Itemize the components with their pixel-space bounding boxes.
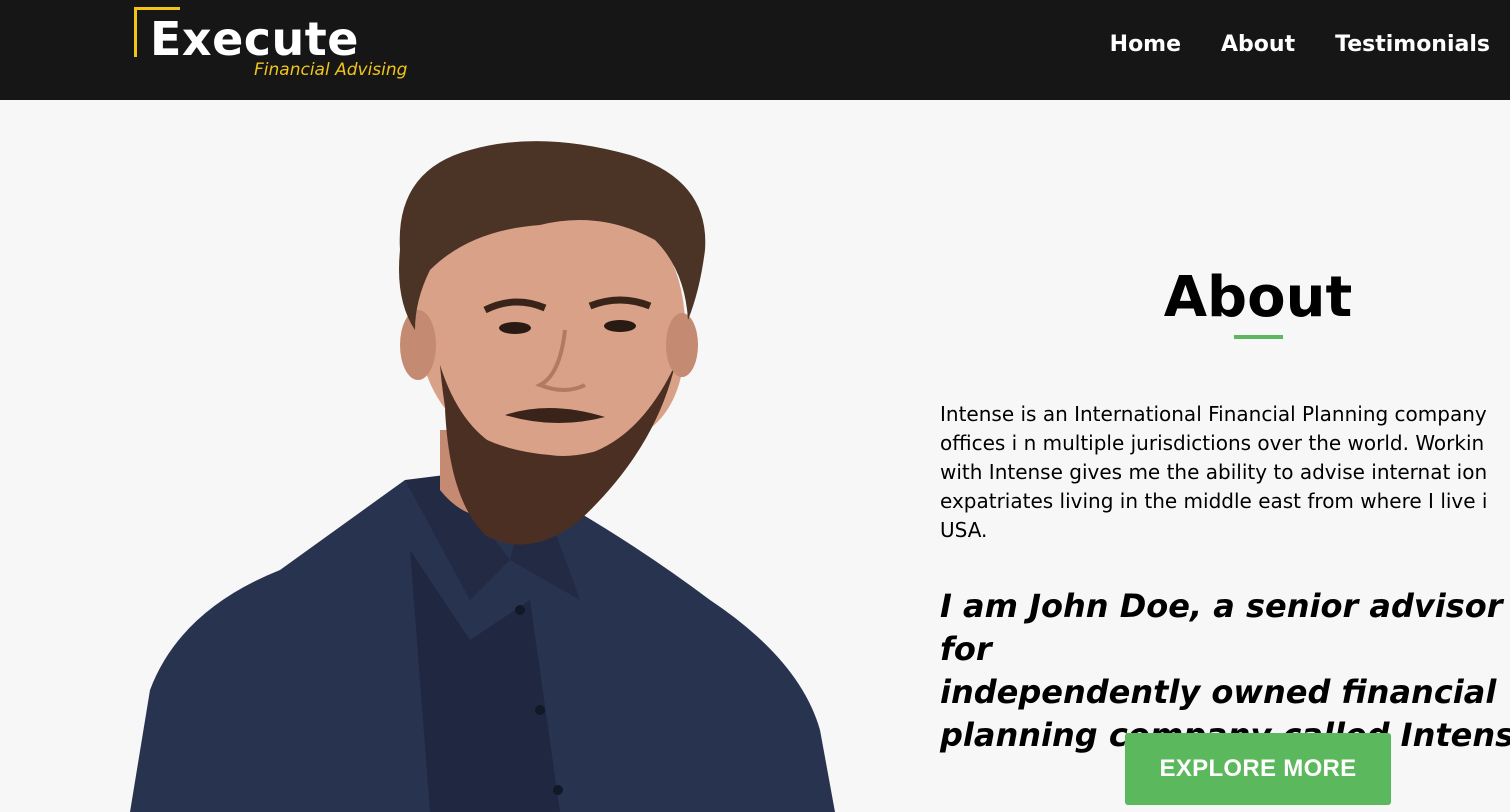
about-quote: I am John Doe, a senior advisor for inde…	[940, 587, 1510, 754]
logo-tagline: Financial Advising	[254, 60, 408, 80]
nav-link-about[interactable]: About	[1221, 28, 1295, 62]
top-navbar: Execute Financial Advising Home About Te…	[0, 0, 1510, 100]
portrait-ear-left	[400, 310, 436, 380]
explore-more-button[interactable]: EXPLORE MORE	[1125, 733, 1391, 805]
portrait-eye-left	[499, 322, 531, 334]
portrait-eye-right	[604, 320, 636, 332]
portrait-button-3	[553, 785, 563, 795]
logo-bracket-tail	[134, 53, 137, 57]
about-paragraph: Intense is an International Financial Pl…	[940, 402, 1488, 542]
logo-title: Execute	[150, 12, 359, 66]
about-title: About	[1163, 265, 1353, 330]
portrait-button-1	[515, 605, 525, 615]
nav-link-home[interactable]: Home	[1110, 28, 1181, 62]
nav-link-testimonials[interactable]: Testimonials	[1335, 28, 1490, 62]
advisor-portrait	[130, 141, 835, 812]
site-logo[interactable]: Execute Financial Advising	[134, 7, 414, 87]
portrait-button-2	[535, 705, 545, 715]
about-title-underline	[1234, 335, 1283, 339]
portrait-ear-right	[666, 313, 698, 377]
main-nav: Home About Testimonials	[1110, 28, 1490, 62]
